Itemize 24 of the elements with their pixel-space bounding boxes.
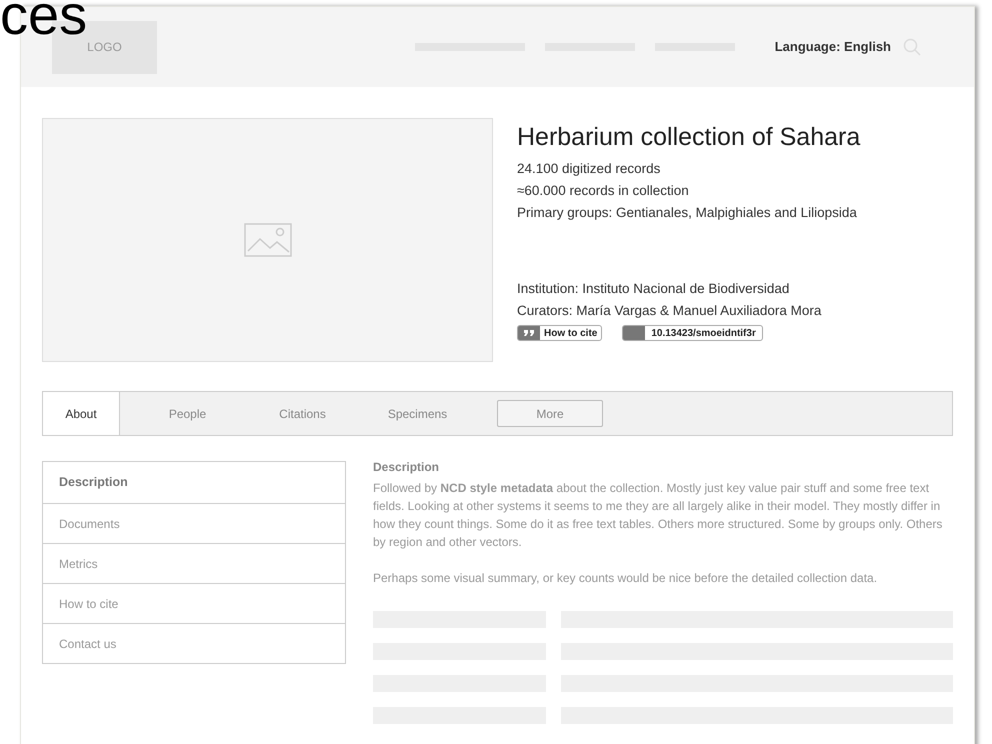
description-heading: Description	[373, 459, 440, 475]
language-selector[interactable]: Language: English	[774, 37, 891, 57]
collection-stat: Primary groups: Gentianales, Malpighiales and Liliopsida	[517, 204, 858, 222]
doi-badge[interactable]: 10.13423/smoeidntif3r	[622, 325, 763, 341]
tab[interactable]: About	[43, 392, 120, 435]
collection-stat: 24.100 digitized records	[517, 160, 662, 178]
sidebar-item[interactable]: Contact us	[43, 623, 345, 663]
collection-title: Herbarium collection of Sahara	[517, 122, 860, 152]
sidebar-item[interactable]: Documents	[43, 503, 345, 543]
tab[interactable]: Specimens	[370, 392, 465, 435]
tab[interactable]: Citations	[255, 392, 350, 435]
image-icon	[244, 223, 292, 257]
more-button[interactable]: More	[497, 400, 603, 427]
description-paragraph: Followed by NCD style metadata about the collection. Mostly just key value pair stuff and some free text fields. Looking at other systems it seems to me they are all largely alike in their model. They mostly differ in how they count things. Some do it as free text tables. Others more structured. Some by groups only. Others by region and other vectors.	[373, 480, 944, 551]
sidebar-item[interactable]: Metrics	[43, 543, 345, 583]
collection-detail: Curators: María Vargas & Manuel Auxiliadora Mora	[517, 302, 822, 320]
cite-badge[interactable]: How to cite	[517, 325, 602, 341]
collection-stat: ≈60.000 records in collection	[517, 182, 690, 200]
quote-icon	[518, 326, 540, 340]
tab[interactable]: People	[140, 392, 235, 435]
sidebar-item[interactable]: Description	[43, 462, 345, 503]
sidebar-item[interactable]: How to cite	[43, 583, 345, 623]
collection-detail: Institution: Instituto Nacional de Biodiversidad	[517, 280, 790, 298]
description-paragraph: Perhaps some visual summary, or key counts would be nice before the detailed collection data.	[373, 570, 878, 587]
